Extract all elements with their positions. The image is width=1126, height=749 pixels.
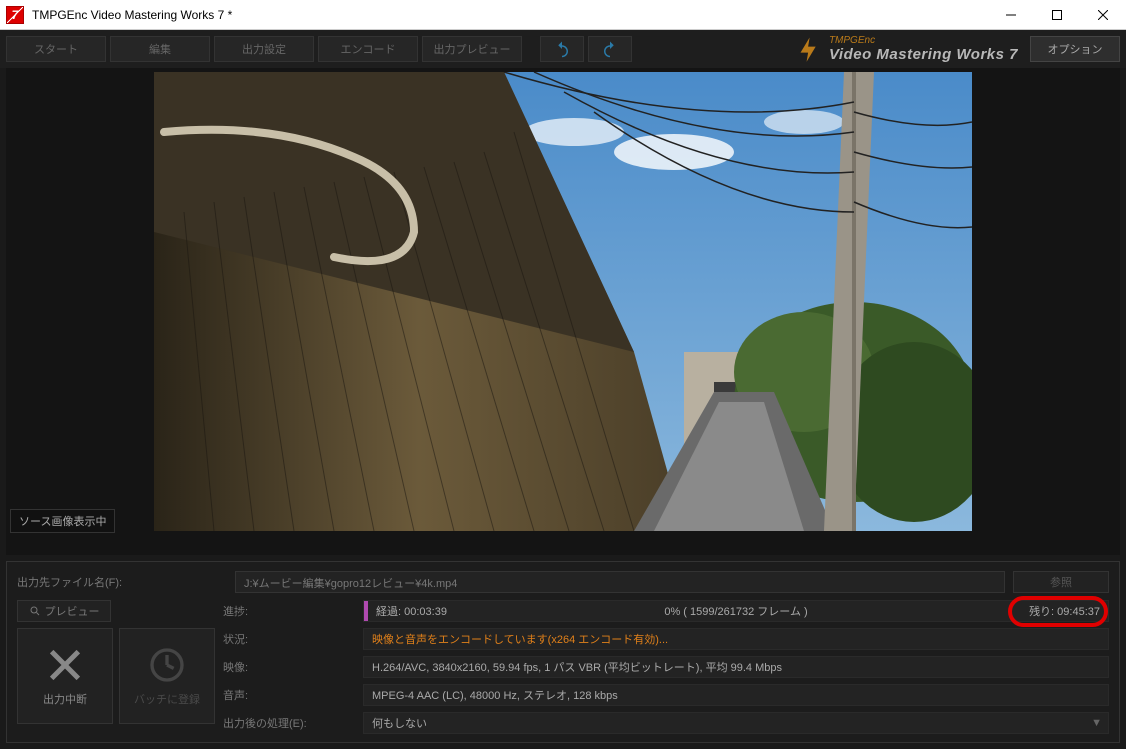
app-logo-icon: 7: [6, 6, 24, 24]
progress-label: 進捗:: [223, 603, 353, 619]
maximize-button[interactable]: [1034, 0, 1080, 30]
source-display-badge: ソース画像表示中: [10, 509, 115, 533]
output-file-label: 出力先ファイル名(F):: [17, 574, 227, 590]
redo-button[interactable]: [588, 36, 632, 62]
progress-bar: 経過: 00:03:39 0% ( 1599/261732 フレーム ) 残り:…: [363, 600, 1109, 622]
progress-fill: [364, 601, 368, 621]
search-icon: [29, 605, 41, 617]
post-process-select[interactable]: 何もしない ▼: [363, 712, 1109, 734]
undo-button[interactable]: [540, 36, 584, 62]
audio-label: 音声:: [223, 687, 353, 703]
preview-area: ソース画像表示中: [6, 68, 1120, 555]
minimize-button[interactable]: [988, 0, 1034, 30]
status-value: 映像と音声をエンコードしています(x264 エンコード有効)...: [363, 628, 1109, 650]
brand-bottom: Video Mastering Works 7: [829, 46, 1018, 63]
main-toolbar: スタート 編集 出力設定 エンコード 出力プレビュー TMPGEnc Video…: [0, 30, 1126, 68]
close-icon: [45, 645, 85, 685]
chevron-down-icon: ▼: [1091, 717, 1102, 729]
video-value: H.264/AVC, 3840x2160, 59.94 fps, 1 パス VB…: [363, 656, 1109, 678]
preview-button-label: プレビュー: [45, 603, 100, 619]
video-preview-image: [154, 72, 972, 531]
browse-button[interactable]: 参照: [1013, 571, 1109, 593]
tab-output-preview[interactable]: 出力プレビュー: [422, 36, 522, 62]
window-titlebar: 7 TMPGEnc Video Mastering Works 7 *: [0, 0, 1126, 30]
status-label: 状況:: [223, 631, 353, 647]
window-title: TMPGEnc Video Mastering Works 7 *: [32, 8, 988, 22]
cancel-encode-button[interactable]: 出力中断: [17, 628, 113, 724]
options-button[interactable]: オプション: [1030, 36, 1120, 62]
clock-icon: [147, 645, 187, 685]
brand-logo: TMPGEnc Video Mastering Works 7: [636, 36, 1026, 63]
preview-button[interactable]: プレビュー: [17, 600, 111, 622]
audio-value: MPEG-4 AAC (LC), 48000 Hz, ステレオ, 128 kbp…: [363, 684, 1109, 706]
tab-output-settings[interactable]: 出力設定: [214, 36, 314, 62]
batch-register-button[interactable]: バッチに登録: [119, 628, 215, 724]
cancel-label: 出力中断: [43, 691, 87, 707]
tab-encode[interactable]: エンコード: [318, 36, 418, 62]
brand-top: TMPGEnc: [829, 36, 1018, 46]
remaining-time: 残り: 09:45:37: [1029, 603, 1100, 619]
post-process-label: 出力後の処理(E):: [223, 715, 353, 731]
tab-start[interactable]: スタート: [6, 36, 106, 62]
encode-panel: 出力先ファイル名(F): J:¥ムービー編集¥gopro12レビュー¥4k.mp…: [6, 561, 1120, 743]
progress-percent: 0% ( 1599/261732 フレーム ): [664, 603, 807, 619]
post-process-value: 何もしない: [372, 715, 427, 731]
output-file-field[interactable]: J:¥ムービー編集¥gopro12レビュー¥4k.mp4: [235, 571, 1005, 593]
video-label: 映像:: [223, 659, 353, 675]
elapsed-time: 経過: 00:03:39: [376, 603, 447, 619]
tab-edit[interactable]: 編集: [110, 36, 210, 62]
close-button[interactable]: [1080, 0, 1126, 30]
batch-label: バッチに登録: [134, 691, 200, 707]
